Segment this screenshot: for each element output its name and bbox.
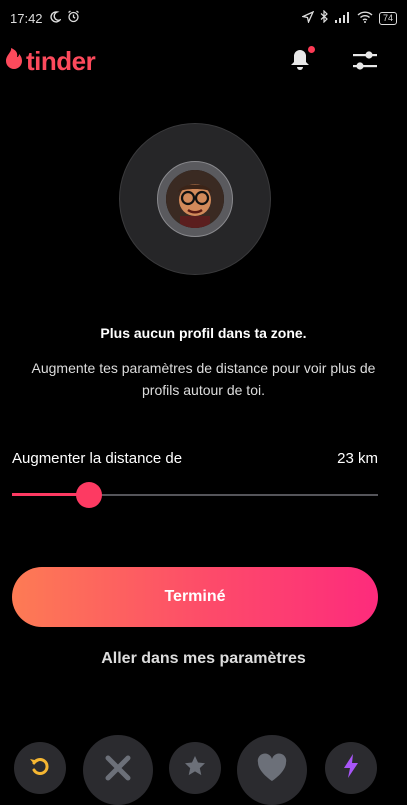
wifi-icon <box>357 10 373 26</box>
signal-icon <box>334 11 351 26</box>
rewind-button[interactable] <box>14 742 66 794</box>
bluetooth-icon <box>320 9 329 26</box>
super-like-star-icon <box>183 754 207 783</box>
settings-sliders-icon <box>352 51 378 76</box>
distance-slider[interactable] <box>12 482 378 508</box>
alarm-icon <box>67 10 80 26</box>
logo-wordmark: tinder <box>26 46 96 76</box>
boost-button[interactable] <box>325 742 377 794</box>
notification-dot <box>308 46 315 53</box>
nope-button[interactable] <box>83 735 153 805</box>
done-button[interactable]: Terminé <box>12 567 378 627</box>
app-header: tinder <box>0 40 407 84</box>
rewind-icon <box>28 754 52 783</box>
status-bar: 17:42 74 <box>0 0 407 36</box>
notifications-button[interactable] <box>289 46 315 77</box>
like-button[interactable] <box>237 735 307 805</box>
like-heart-icon <box>256 753 288 788</box>
status-time: 17:42 <box>10 10 43 26</box>
flame-icon <box>4 47 24 76</box>
battery-indicator: 74 <box>378 11 397 25</box>
moon-icon <box>49 10 62 26</box>
avatar <box>166 170 224 228</box>
bell-icon <box>289 50 311 76</box>
action-bar <box>0 735 407 805</box>
nope-x-icon <box>103 753 133 788</box>
filters-button[interactable] <box>352 50 378 77</box>
radar-circle <box>119 123 271 275</box>
location-icon <box>300 10 315 26</box>
slider-thumb[interactable] <box>75 482 102 508</box>
super-like-button[interactable] <box>169 742 221 794</box>
boost-bolt-icon <box>342 753 360 784</box>
empty-state-title: Plus aucun profil dans ta zone. <box>100 325 307 341</box>
empty-state-description: Augmente tes paramètres de distance pour… <box>31 360 376 398</box>
distance-value: 23 km <box>337 450 378 467</box>
avatar-ring <box>157 161 233 237</box>
tinder-logo[interactable]: tinder <box>4 46 96 77</box>
distance-label: Augmenter la distance de <box>12 450 183 467</box>
go-to-settings-link[interactable]: Aller dans mes paramètres <box>0 650 407 668</box>
